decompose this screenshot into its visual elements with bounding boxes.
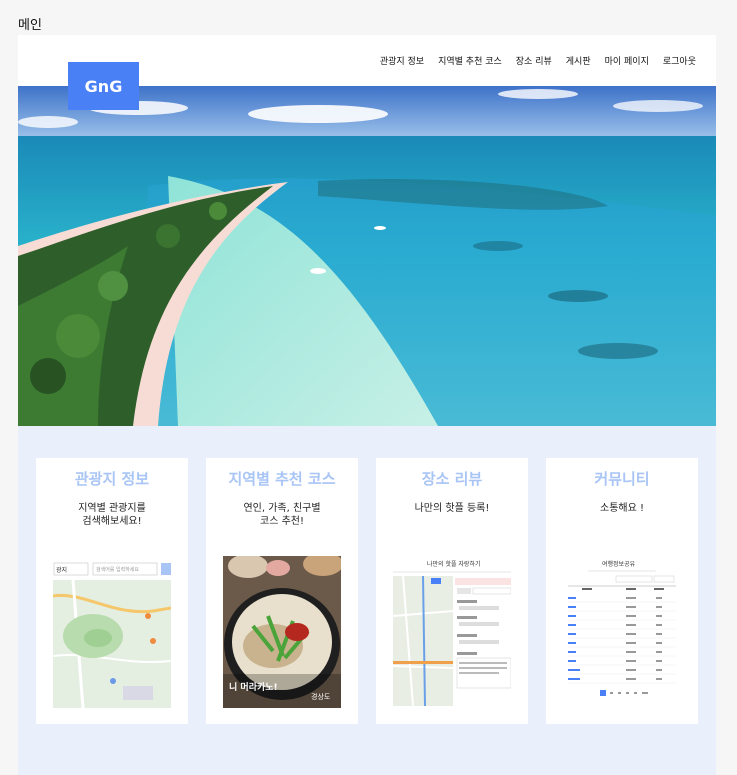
photo-caption: 니 머라카노! [229,681,278,693]
feature-section: 관광지 정보 지역별 관광지를 검색해보세요! 광지 검색어를 입력하세요 지역… [18,426,716,775]
card-description: 지역별 관광지를 검색해보세요! [78,503,146,527]
region-caption: 경상도 [311,692,331,701]
nav-regional-course[interactable]: 지역별 추천 코스 [438,54,502,67]
nav-board[interactable]: 게시판 [566,54,591,67]
nav-place-review[interactable]: 장소 리뷰 [516,54,552,67]
top-nav: 관광지 정보 지역별 추천 코스 장소 리뷰 게시판 마이 페이지 로그아웃 [380,54,696,67]
category-select: 광지 [56,566,67,574]
search-placeholder: 검색어를 입력하세요 [96,566,139,573]
card-tourist-info[interactable]: 관광지 정보 지역별 관광지를 검색해보세요! 광지 검색어를 입력하세요 [36,458,188,724]
page-title: 메인 [18,18,42,33]
card-title: 커뮤니티 [594,470,650,488]
nav-my-page[interactable]: 마이 페이지 [605,54,649,67]
card-community[interactable]: 커뮤니티 소통해요 ! 여행정보공유 [546,458,698,724]
main-frame: 관광지 정보 지역별 추천 코스 장소 리뷰 게시판 마이 페이지 로그아웃 G… [18,35,716,775]
card-title: 장소 리뷰 [421,470,483,488]
hero-image [18,86,716,426]
card-description: 소통해요 ! [600,503,644,514]
board-list-thumbnail: 여행정보공유 [568,556,676,704]
review-heading: 나만의 핫플 자랑하기 [427,560,481,568]
card-title: 관광지 정보 [74,470,150,488]
food-photo-thumbnail: 니 머라카노! 경상도 [223,556,341,708]
card-place-review[interactable]: 장소 리뷰 나만의 핫플 등록! 나만의 핫플 자랑하기 [376,458,528,724]
nav-logout[interactable]: 로그아웃 [663,54,696,67]
site-logo[interactable]: GnG [68,62,139,110]
card-title: 지역별 추천 코스 [228,470,336,488]
review-form-thumbnail: 나만의 핫플 자랑하기 [393,556,511,708]
card-description: 연인, 가족, 친구별 코스 추천! [243,503,321,527]
board-heading: 여행정보공유 [602,560,636,568]
card-description: 나만의 핫플 등록! [414,503,490,514]
map-search-thumbnail: 광지 검색어를 입력하세요 [53,556,171,708]
card-regional-course[interactable]: 지역별 추천 코스 연인, 가족, 친구별 코스 추천! 니 머라카노! 경상도 [206,458,358,724]
nav-tourist-info[interactable]: 관광지 정보 [380,54,424,67]
